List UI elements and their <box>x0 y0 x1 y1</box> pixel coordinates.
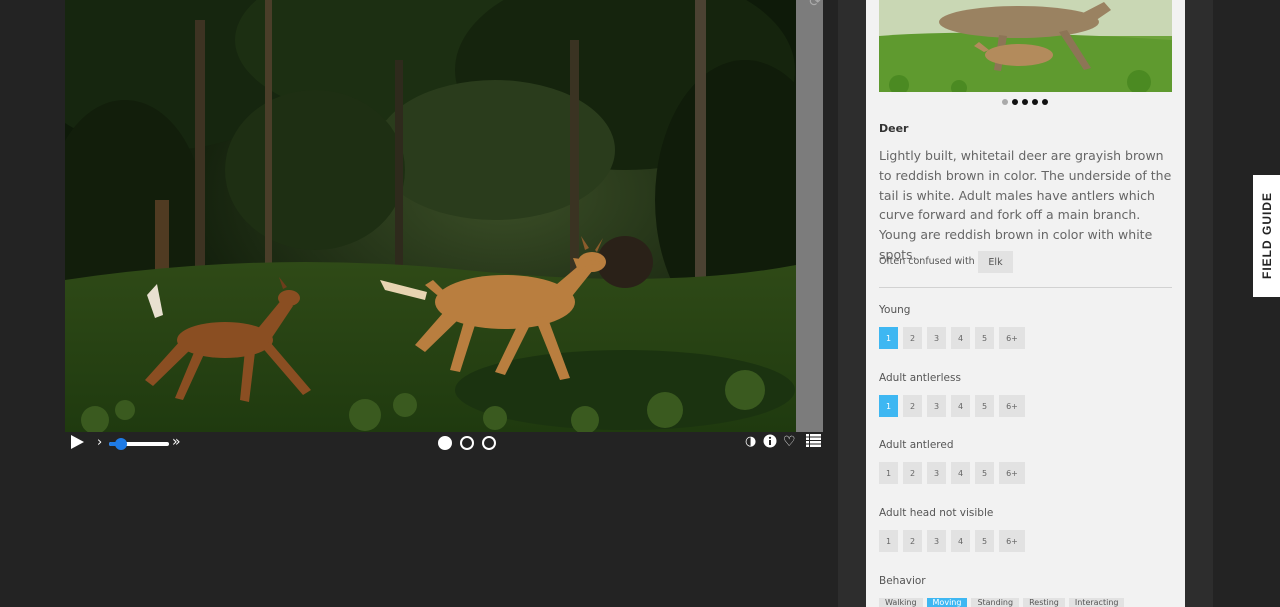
behavior-option[interactable]: Walking <box>879 598 923 607</box>
count-option[interactable]: 5 <box>975 327 994 349</box>
count-option[interactable]: 1 <box>879 327 898 349</box>
count-option[interactable]: 2 <box>903 462 922 484</box>
count-option[interactable]: 6+ <box>999 395 1025 417</box>
question-label-adult-head-not-visible: Adult head not visible <box>879 507 994 519</box>
behavior-option[interactable]: Interacting <box>1068 598 1125 607</box>
count-option[interactable]: 3 <box>927 395 946 417</box>
species-name: Deer <box>879 122 909 135</box>
count-option[interactable]: 2 <box>903 327 922 349</box>
viewer-controls: › » ◑ ♡ <box>65 432 823 454</box>
guide-gutter-left <box>838 0 866 607</box>
count-option[interactable]: 4 <box>951 395 970 417</box>
question-label-behavior: Behavior <box>879 575 926 587</box>
count-option[interactable]: 3 <box>927 530 946 552</box>
species-detail-panel: Deer Lightly built, whitetail deer are g… <box>866 0 1185 607</box>
play-icon[interactable] <box>69 434 85 450</box>
heart-icon[interactable]: ♡ <box>783 434 796 450</box>
photo-pager-dot[interactable] <box>1002 99 1008 105</box>
count-option[interactable]: 2 <box>903 395 922 417</box>
count-option[interactable]: 1 <box>879 462 898 484</box>
behavior-option[interactable]: Moving <box>926 598 968 607</box>
photo-pager-dot[interactable] <box>1012 99 1018 105</box>
count-options-young: 1 2 3 4 5 6+ <box>879 327 1025 349</box>
count-option[interactable]: 5 <box>975 462 994 484</box>
count-option[interactable]: 6+ <box>999 462 1025 484</box>
subject-viewer: ⟳ › » ◑ ♡ <box>0 0 838 607</box>
count-option[interactable]: 6+ <box>999 530 1025 552</box>
count-option[interactable]: 5 <box>975 395 994 417</box>
contrast-icon[interactable]: ◑ <box>745 434 756 449</box>
behavior-options: Walking Moving Standing Resting Interact… <box>879 598 1125 607</box>
behavior-option[interactable]: Resting <box>1023 598 1065 607</box>
count-option[interactable]: 1 <box>879 530 898 552</box>
count-options-adult-antlerless: 1 2 3 4 5 6+ <box>879 395 1025 417</box>
list-icon[interactable] <box>806 434 821 447</box>
refresh-icon[interactable]: ⟳ <box>809 0 821 10</box>
behavior-option[interactable]: Standing <box>971 598 1020 607</box>
field-guide-tab-label: FIELD GUIDE <box>1259 192 1274 280</box>
step-back-icon[interactable]: › <box>97 435 102 450</box>
species-photo[interactable] <box>879 0 1172 92</box>
subject-image[interactable] <box>65 0 796 432</box>
question-label-adult-antlered: Adult antlered <box>879 439 954 451</box>
fast-forward-icon[interactable]: » <box>172 434 181 450</box>
count-options-adult-head-not-visible: 1 2 3 4 5 6+ <box>879 530 1025 552</box>
frame-selector <box>438 436 496 450</box>
count-option[interactable]: 5 <box>975 530 994 552</box>
frame-dot[interactable] <box>460 436 474 450</box>
speed-slider-handle[interactable] <box>115 438 127 450</box>
confused-with-label: Often confused with <box>879 256 975 267</box>
count-option[interactable]: 3 <box>927 327 946 349</box>
count-option[interactable]: 1 <box>879 395 898 417</box>
frame-dot[interactable] <box>438 436 452 450</box>
divider <box>879 287 1172 288</box>
count-options-adult-antlered: 1 2 3 4 5 6+ <box>879 462 1025 484</box>
photo-pager <box>1002 99 1048 105</box>
count-option[interactable]: 6+ <box>999 327 1025 349</box>
count-option[interactable]: 3 <box>927 462 946 484</box>
question-label-young: Young <box>879 304 911 316</box>
confused-with-elk-button[interactable]: Elk <box>978 251 1013 273</box>
photo-pager-dot[interactable] <box>1032 99 1038 105</box>
info-icon[interactable] <box>763 434 777 448</box>
count-option[interactable]: 4 <box>951 327 970 349</box>
field-guide-tab[interactable]: FIELD GUIDE <box>1253 175 1280 297</box>
frame-dot[interactable] <box>482 436 496 450</box>
subject-image-frame: ⟳ <box>65 0 823 432</box>
question-label-adult-antlerless: Adult antlerless <box>879 372 961 384</box>
speed-slider[interactable] <box>109 438 169 450</box>
count-option[interactable]: 4 <box>951 462 970 484</box>
species-description: Lightly built, whitetail deer are grayis… <box>879 148 1172 262</box>
count-option[interactable]: 2 <box>903 530 922 552</box>
photo-pager-dot[interactable] <box>1042 99 1048 105</box>
photo-pager-dot[interactable] <box>1022 99 1028 105</box>
guide-gutter-right <box>1185 0 1213 607</box>
count-option[interactable]: 4 <box>951 530 970 552</box>
